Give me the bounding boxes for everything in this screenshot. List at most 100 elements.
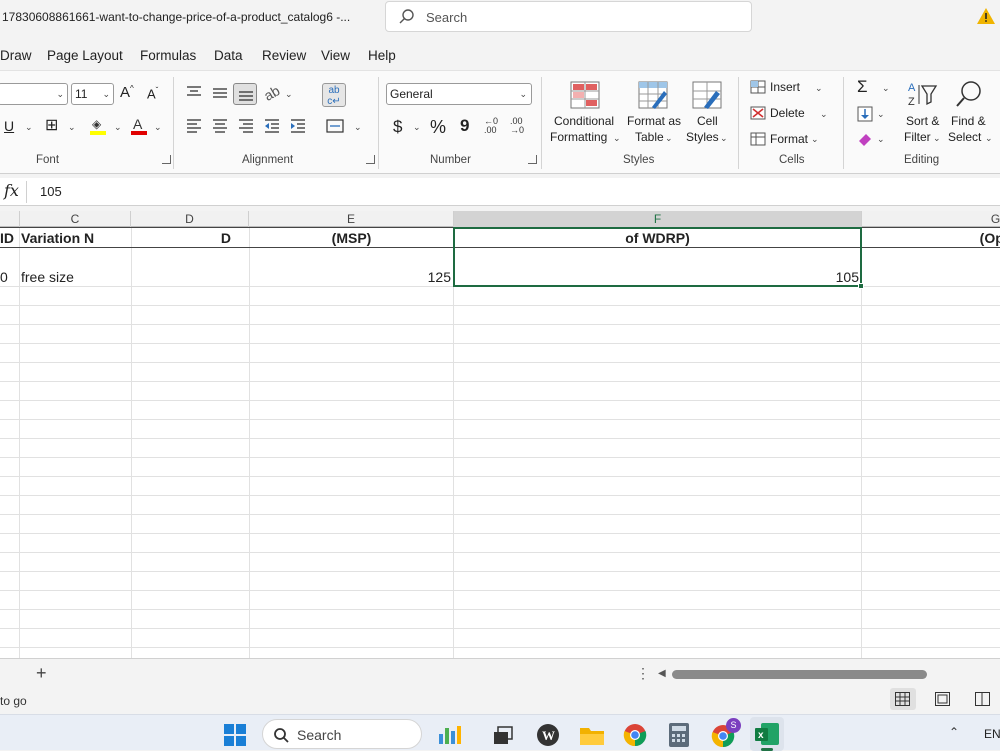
increase-font-icon[interactable]: A^: [120, 84, 134, 101]
formula-input[interactable]: 105: [40, 184, 62, 199]
sort-filter-icon[interactable]: AZ: [906, 80, 938, 108]
menu-review[interactable]: Review: [262, 48, 306, 63]
cell-c2[interactable]: free size: [21, 269, 129, 285]
cell-e1[interactable]: (MSP): [250, 230, 453, 246]
clear-icon[interactable]: [857, 131, 873, 147]
align-left-icon[interactable]: [185, 118, 203, 134]
group-font-label: Font: [36, 154, 60, 166]
align-bottom-button[interactable]: [233, 83, 257, 105]
increase-decimal-icon[interactable]: ←0.00: [484, 117, 498, 135]
add-sheet-button[interactable]: +: [36, 663, 47, 684]
selected-cell-range[interactable]: [453, 227, 862, 287]
font-size-select[interactable]: 11 ⌄: [71, 83, 114, 105]
decrease-font-icon[interactable]: Aˇ: [147, 86, 158, 101]
conditional-formatting-label-1[interactable]: Conditional: [554, 114, 614, 128]
cell-e2[interactable]: 125: [250, 269, 451, 285]
cell-b2[interactable]: 0: [0, 269, 19, 285]
excel-taskbar-button[interactable]: x: [750, 717, 784, 751]
column-header-f[interactable]: F: [454, 211, 862, 227]
menu-draw[interactable]: Draw: [0, 48, 32, 63]
fx-icon[interactable]: fx: [4, 181, 19, 200]
fill-icon[interactable]: [857, 106, 873, 122]
insert-label[interactable]: Insert: [770, 80, 800, 94]
format-label[interactable]: Format: [770, 132, 808, 146]
column-header-e[interactable]: E: [249, 211, 454, 227]
sort-filter-label-2[interactable]: Filter: [904, 130, 931, 144]
cell-styles-icon[interactable]: [692, 81, 722, 109]
sort-filter-label-1[interactable]: Sort &: [906, 114, 939, 128]
align-top-icon[interactable]: [185, 84, 203, 100]
format-as-table-label-1[interactable]: Format as: [627, 114, 681, 128]
conditional-formatting-label-2[interactable]: Formatting: [550, 130, 607, 144]
spreadsheet-grid[interactable]: C D E F G ID Variation N D (MSP) of WDRP…: [0, 211, 1000, 658]
find-select-label-2[interactable]: Select: [948, 130, 981, 144]
comma-style-icon[interactable]: 9: [460, 116, 469, 136]
wrap-text-icon[interactable]: ab c↵: [322, 83, 346, 107]
conditional-formatting-icon[interactable]: [570, 81, 600, 109]
column-header-g[interactable]: G: [862, 211, 1000, 227]
number-dialog-launcher[interactable]: [528, 155, 537, 164]
more-options-icon[interactable]: ⋮: [636, 665, 650, 682]
font-dialog-launcher[interactable]: [162, 155, 171, 164]
file-explorer-icon[interactable]: [579, 723, 605, 747]
fill-handle[interactable]: [858, 283, 864, 289]
cell-c1[interactable]: Variation N: [21, 230, 101, 246]
find-select-icon[interactable]: [954, 79, 984, 109]
menu-data[interactable]: Data: [214, 48, 243, 63]
warning-icon[interactable]: [976, 6, 996, 26]
font-color-icon[interactable]: A: [131, 116, 147, 135]
align-center-icon[interactable]: [211, 118, 229, 134]
scroll-left-icon[interactable]: ◀: [658, 668, 666, 679]
align-middle-icon[interactable]: [211, 86, 229, 102]
horizontal-scrollbar[interactable]: [672, 670, 927, 679]
cell-g1[interactable]: (Opti: [862, 230, 1000, 246]
increase-indent-icon[interactable]: [289, 118, 307, 134]
insert-cells-icon[interactable]: [750, 80, 766, 94]
menu-formulas[interactable]: Formulas: [140, 48, 196, 63]
decrease-decimal-icon[interactable]: .00 →0: [510, 117, 524, 135]
alignment-dialog-launcher[interactable]: [366, 155, 375, 164]
calculator-icon[interactable]: [668, 723, 690, 747]
normal-view-button[interactable]: [890, 688, 916, 710]
search-box[interactable]: Search: [385, 1, 752, 32]
cell-d1[interactable]: D: [134, 230, 231, 246]
autosum-icon[interactable]: Σ: [857, 77, 868, 97]
cell-styles-label-1[interactable]: Cell: [697, 114, 718, 128]
borders-icon[interactable]: ⊞: [45, 115, 58, 135]
language-indicator[interactable]: ENG: [984, 727, 1000, 741]
format-cells-icon[interactable]: [750, 132, 766, 146]
currency-icon[interactable]: $: [393, 117, 402, 137]
gridline: [0, 362, 1000, 363]
cell-b1[interactable]: ID: [0, 230, 19, 246]
delete-cells-icon[interactable]: [750, 106, 766, 120]
page-layout-view-icon[interactable]: [935, 692, 950, 706]
percent-icon[interactable]: %: [430, 117, 446, 138]
menu-help[interactable]: Help: [368, 48, 396, 63]
windows-start-icon[interactable]: [224, 724, 246, 746]
format-as-table-icon[interactable]: [638, 81, 668, 109]
number-format-select[interactable]: General ⌄: [386, 83, 532, 105]
taskbar-search[interactable]: Search: [262, 719, 461, 749]
delete-label[interactable]: Delete: [770, 106, 805, 120]
orientation-icon[interactable]: ab: [261, 82, 282, 104]
wordpress-icon[interactable]: W: [536, 723, 560, 747]
show-hidden-icons-icon[interactable]: ⌃: [949, 725, 959, 739]
merge-center-icon[interactable]: [326, 118, 344, 134]
format-as-table-label-2[interactable]: Table: [635, 130, 664, 144]
column-header-d[interactable]: D: [131, 211, 249, 227]
menu-page-layout[interactable]: Page Layout: [47, 48, 123, 63]
underline-icon[interactable]: U: [4, 118, 14, 134]
cell-styles-label-2[interactable]: Styles: [686, 130, 719, 144]
menu-view[interactable]: View: [321, 48, 350, 63]
page-break-view-icon[interactable]: [975, 692, 990, 706]
align-right-icon[interactable]: [237, 118, 255, 134]
fill-color-icon[interactable]: ◈: [90, 117, 106, 135]
chrome-icon[interactable]: [623, 723, 647, 747]
decrease-indent-icon[interactable]: [263, 118, 281, 134]
column-header-b[interactable]: [0, 211, 20, 227]
find-select-label-1[interactable]: Find &: [951, 114, 986, 128]
chrome-profile-button[interactable]: S: [709, 718, 743, 750]
task-view-icon[interactable]: [492, 724, 514, 746]
font-name-select[interactable]: ⌄: [0, 83, 68, 105]
column-header-c[interactable]: C: [20, 211, 131, 227]
